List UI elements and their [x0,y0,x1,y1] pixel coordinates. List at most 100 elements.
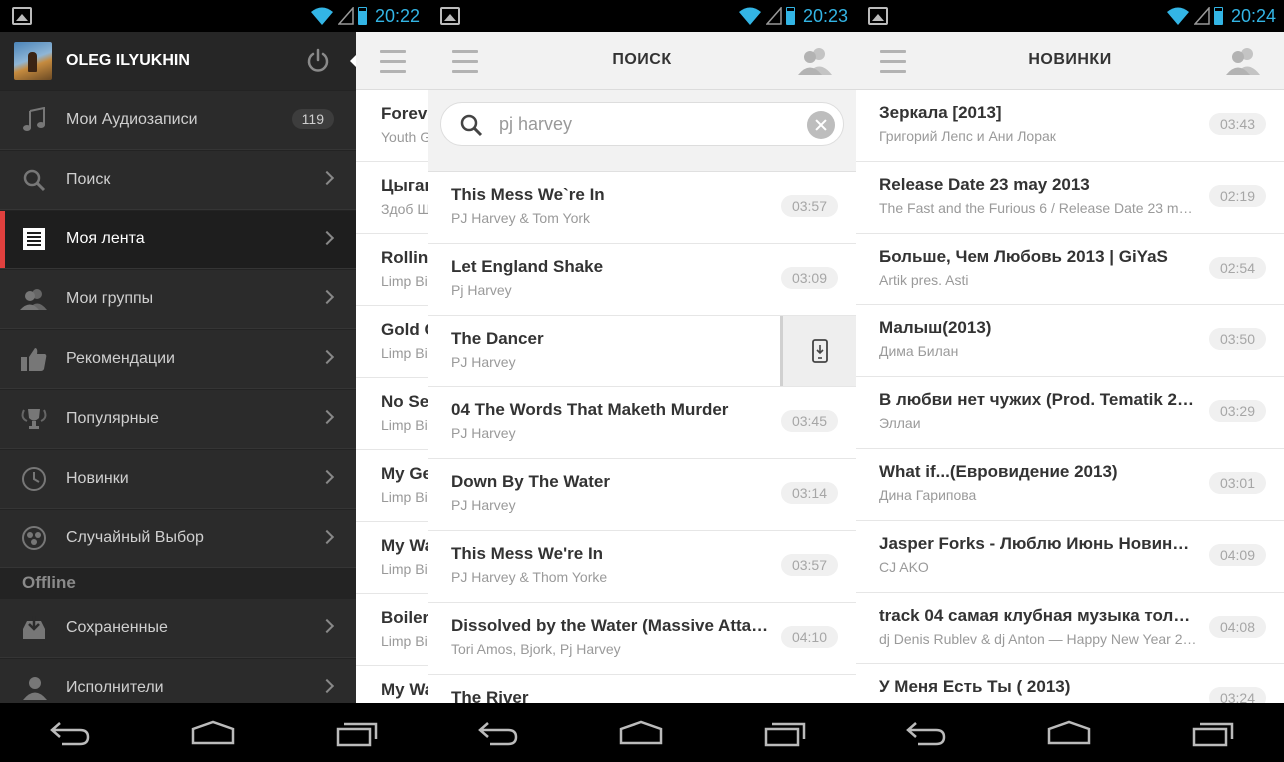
user-name: OLEG ILYUKHIN [66,52,190,69]
track-row[interactable]: The Dancer PJ Harvey [428,315,856,388]
status-bar: 20:22 [0,0,428,32]
search-input[interactable] [499,103,789,145]
content-peek[interactable]: ForeveYouth GЦыганЗдоб ШRollin'Limp BiGo… [356,32,428,703]
download-button[interactable] [780,315,856,387]
search-box[interactable] [440,102,844,146]
artist-icon [23,677,47,701]
track-row[interactable]: Jasper Forks - Люблю Июнь Новинка 2013 CJ… [856,520,1284,593]
track-artist: Limp Bi [381,633,428,649]
list-item[interactable]: My Ge Limp Bi [356,450,428,522]
track-row[interactable]: 04 The Words That Maketh Murder PJ Harvey… [428,387,856,460]
battery-icon [1213,7,1223,25]
screen-new-releases: 20:24 НОВИНКИ Зеркала [2013] Григорий Леп… [856,0,1284,762]
track-row[interactable]: Больше, Чем Любовь 2013 | GiYaS Artik pre… [856,233,1284,306]
inbox-icon [23,616,45,640]
track-row[interactable]: В любви нет чужих (Prod. Tematik 2013) Эл… [856,377,1284,449]
track-title: Зеркала [2013] [879,103,1002,122]
recents-icon[interactable] [1190,719,1236,747]
list-item[interactable]: My Wa Limp Bi [356,522,428,594]
track-row[interactable]: Release Date 23 may 2013 The Fast and the… [856,161,1284,234]
duration-badge: 02:54 [1208,256,1266,279]
home-icon[interactable] [1045,719,1093,747]
track-title: What if...(Евровидение 2013) [879,461,1118,481]
shuffle-icon [22,526,46,551]
page-title: ПОИСК [612,51,672,68]
chevron-right-icon [319,679,335,694]
battery-icon [785,7,795,25]
list-item[interactable]: No Se Limp Bi [356,378,428,450]
recents-icon[interactable] [334,719,380,747]
track-artist: Limp Bi [381,417,428,433]
back-icon[interactable] [476,719,520,747]
power-icon[interactable] [306,48,330,74]
track-artist: PJ Harvey [451,353,516,370]
back-icon[interactable] [48,719,92,747]
track-title: Boiler [381,608,428,627]
track-title: The Dancer [451,328,544,348]
list-item[interactable]: My Wa [356,666,428,703]
drawer-item-my-feed[interactable]: Моя лента [0,209,356,270]
new-releases-list[interactable]: Зеркала [2013] Григорий Лепс и Ани Лорак 0… [856,90,1284,703]
track-row[interactable]: Down By The Water PJ Harvey 03:14 [428,459,856,531]
drawer-item-popular[interactable]: Популярные [0,388,356,449]
gallery-notification-icon [440,7,460,25]
clear-search-button[interactable] [807,111,835,139]
drawer-item-new[interactable]: Новинки [0,448,356,509]
list-item[interactable]: Gold C Limp Bi [356,306,428,378]
track-title: В любви нет чужих (Prod. Tematik 2013) [879,390,1197,410]
track-row[interactable]: Dissolved by the Water (Massive Attack r… [428,602,856,675]
drawer-item-recommendations[interactable]: Рекомендации [0,329,356,389]
duration-badge: 03:24 [1208,687,1266,703]
drawer-item-label: Мои Аудиозаписи [66,110,198,128]
status-time: 20:22 [374,5,420,26]
groups-icon[interactable] [1224,46,1262,76]
track-title: Let England Shake [451,256,604,276]
track-artist: PJ Harvey [451,425,516,442]
duration-badge: 03:50 [1208,328,1266,351]
drawer-item-label: Случайный Выбор [66,529,204,547]
groups-icon[interactable] [796,46,834,76]
track-row[interactable]: The River [428,674,856,703]
duration-badge: 03:14 [780,482,838,505]
wifi-icon [310,7,333,25]
recents-icon[interactable] [762,719,808,747]
list-item[interactable]: Foreve Youth G [356,90,428,162]
track-row[interactable]: What if...(Евровидение 2013) Дина Гарипов… [856,448,1284,521]
drawer-item-random[interactable]: Случайный Выбор [0,508,356,569]
avatar[interactable] [14,42,52,80]
track-row[interactable]: This Mess We`re In PJ Harvey & Tom York 03… [428,172,856,244]
app-bar: ПОИСК [428,32,856,90]
menu-icon[interactable] [380,50,406,73]
thumbs-up-icon [21,348,47,372]
track-row[interactable]: This Mess We're In PJ Harvey & Thom Yorke… [428,530,856,603]
drawer-item-saved[interactable]: Сохраненные [0,598,356,659]
list-item[interactable]: Boiler Limp Bi [356,594,428,666]
back-icon[interactable] [904,719,948,747]
track-row[interactable]: У Меня Есть Ты ( 2013) 03:24 [856,664,1284,703]
search-results-list[interactable]: This Mess We`re In PJ Harvey & Tom York 03… [428,172,856,703]
track-row[interactable]: track 04 самая клубная музыка только для… [856,592,1284,665]
track-artist: Youth G [381,129,428,145]
list-item[interactable]: Rollin' Limp Bi [356,234,428,306]
duration-badge: 03:57 [780,553,838,576]
track-row[interactable]: Малыш(2013) Дима Билан 03:50 [856,305,1284,378]
navigation-bar [0,703,428,762]
track-title: Малыш(2013) [879,318,992,338]
music-note-icon [23,106,45,131]
home-icon[interactable] [617,719,665,747]
track-row[interactable]: Let England Shake Pj Harvey 03:09 [428,243,856,316]
drawer-item-search[interactable]: Поиск [0,149,356,210]
trophy-icon [21,408,47,429]
duration-badge: 04:09 [1208,543,1266,566]
list-item[interactable]: Цыган Здоб Ш [356,162,428,234]
drawer-item-my-audio[interactable]: Мои Аудиозаписи 119 [0,90,356,150]
home-icon[interactable] [189,719,237,747]
duration-badge: 03:01 [1208,471,1266,494]
track-title: Down By The Water [451,472,610,492]
track-artist: PJ Harvey [451,497,516,514]
track-artist: Limp Bi [381,273,428,289]
drawer-item-my-groups[interactable]: Мои группы [0,269,356,330]
track-row[interactable]: Зеркала [2013] Григорий Лепс и Ани Лорак 0… [856,90,1284,162]
chevron-right-icon [319,350,335,365]
drawer-item-label: Исполнители [66,679,164,697]
